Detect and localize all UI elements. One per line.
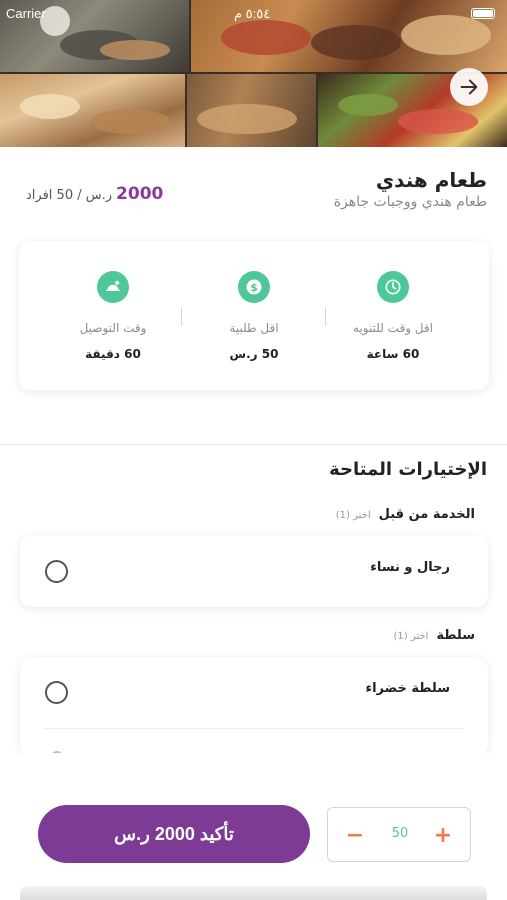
info-label: وقت التوصيل	[79, 321, 147, 335]
home-indicator	[20, 886, 487, 900]
info-card: اقل وقت للتنويه 60 ساعة $ اقل طلبية 50 ر…	[19, 241, 489, 390]
confirm-button[interactable]: تأكيد 2000 ر.س	[38, 805, 310, 863]
group-name: الخدمة من قبل	[378, 507, 475, 522]
option-group-header: سلطة اختر (1)	[394, 628, 476, 643]
option-radio[interactable]	[45, 681, 68, 704]
option-group-header: الخدمة من قبل اختر (1)	[336, 507, 475, 522]
minus-icon[interactable]: −	[340, 820, 370, 850]
info-min-notice: اقل وقت للتنويه 60 ساعة	[323, 271, 463, 361]
plus-icon[interactable]: +	[428, 820, 458, 850]
quantity-stepper: − 50 +	[327, 807, 471, 862]
option-card: سلطة خضراء	[20, 657, 488, 757]
food-photo	[0, 74, 185, 147]
product-title: طعام هندي	[375, 168, 487, 192]
option-separator	[44, 728, 464, 729]
section-divider	[0, 444, 507, 445]
info-value: 50 ر.س	[229, 347, 279, 361]
info-label: اقل وقت للتنويه	[353, 321, 433, 335]
group-hint: اختر (1)	[335, 510, 371, 521]
dollar-icon: $	[238, 271, 270, 303]
option-radio[interactable]	[45, 560, 68, 583]
quantity-value: 50	[391, 826, 409, 841]
option-row[interactable]: سلطة خضراء	[20, 657, 488, 727]
price-value: 2000	[116, 184, 164, 204]
options-title: الإختيارات المتاحة	[329, 459, 487, 480]
info-value: 60 ساعة	[366, 347, 420, 361]
group-hint: اختر (1)	[393, 631, 429, 642]
info-value: 60 دقيقة	[85, 347, 141, 361]
next-image-button[interactable]	[450, 68, 488, 106]
info-delivery-time: وقت التوصيل 60 دقيقة	[43, 271, 183, 361]
status-carrier: Carrier	[6, 6, 46, 21]
status-time: ٥:٥٤ م	[234, 6, 271, 21]
product-subtitle: طعام هندي ووجبات جاهزة	[333, 194, 487, 210]
bottom-action-bar: تأكيد 2000 ر.س − 50 +	[0, 753, 507, 900]
price-suffix: ر.س / 50 افراد	[26, 188, 113, 203]
delivery-icon	[97, 271, 129, 303]
group-name: سلطة	[436, 628, 475, 643]
info-min-order: $ اقل طلبية 50 ر.س	[184, 271, 324, 361]
option-card: رجال و نساء	[20, 536, 488, 607]
food-photo	[187, 74, 316, 147]
option-label: سلطة خضراء	[365, 681, 450, 696]
option-label: رجال و نساء	[370, 560, 450, 575]
price-line: 2000 ر.س / 50 افراد	[26, 184, 163, 204]
hero-gallery[interactable]: Carrier ٥:٥٤ م	[0, 0, 507, 147]
info-label: اقل طلبية	[229, 321, 279, 335]
arrow-right-icon	[460, 79, 478, 95]
divider	[325, 307, 326, 326]
battery-icon	[471, 8, 495, 19]
option-row[interactable]: رجال و نساء	[20, 536, 488, 606]
svg-text:$: $	[250, 281, 258, 294]
clock-icon	[377, 271, 409, 303]
